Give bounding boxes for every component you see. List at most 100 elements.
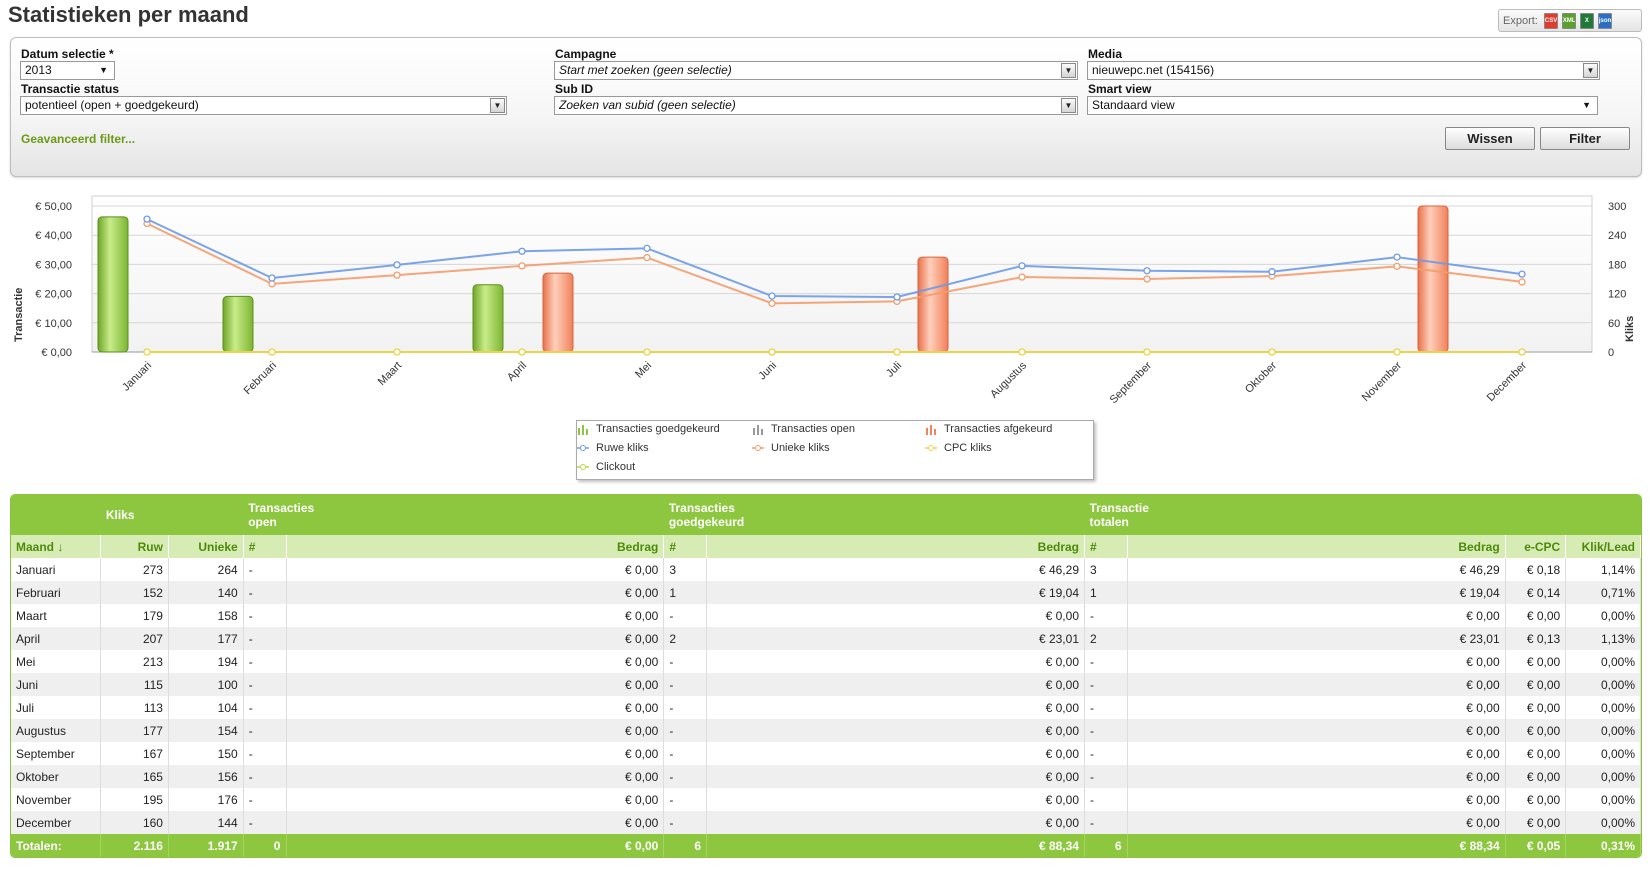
point-ruwe-kliks — [268, 274, 276, 282]
column-header-open-bedrag[interactable]: Bedrag — [286, 535, 665, 558]
cell-ecpc: € 0,00 — [1505, 650, 1567, 673]
column-header-goed-bedrag[interactable]: Bedrag — [706, 535, 1085, 558]
cell-open-bedrag: € 0,00 — [286, 627, 665, 650]
bar-transacties-afgekeurd — [1417, 205, 1449, 353]
bar-transacties-goedgekeurd — [222, 295, 254, 353]
cell-ecpc: € 0,00 — [1505, 673, 1567, 696]
x-tick-label: Mei — [633, 360, 654, 381]
cell-open-bedrag: € 0,00 — [286, 719, 665, 742]
filter-button[interactable]: Filter — [1540, 127, 1630, 150]
campagne-select[interactable]: Start met zoeken (geen selectie) ▼ — [554, 61, 1078, 80]
x-tick-label: Juni — [756, 360, 779, 383]
legend-item-ruwe-kliks[interactable]: Ruwe kliks — [577, 442, 649, 454]
cell-ruw: 177 — [100, 719, 169, 742]
smart-view-value: Standaard view — [1092, 98, 1175, 112]
legend-item-open[interactable]: Transacties open — [752, 423, 855, 435]
filter-panel: Datum selectie * 2013 ▼ Transactie statu… — [10, 37, 1642, 177]
sub-id-select[interactable]: Zoeken van subid (geen selectie) ▼ — [554, 96, 1078, 115]
cell-month: Mei — [11, 650, 102, 673]
legend-item-clickout[interactable]: Clickout — [577, 461, 635, 473]
y-tick-label: € 40,00 — [35, 230, 72, 242]
table-row: Maart 179 158- € 0,00- € 0,00- € 0,00 € 0,00 0,… — [11, 604, 1641, 627]
point-unieke-kliks — [768, 299, 776, 307]
cell-open-count: - — [243, 604, 287, 627]
excel-export-icon[interactable]: X — [1579, 12, 1594, 29]
cell-klik-lead: 1,14% — [1565, 558, 1641, 581]
legend-label: Ruwe kliks — [596, 442, 649, 454]
table-column-header-row: Maand ↓ Ruw Unieke # Bedrag # Bedrag # Bedrag e-C… — [11, 535, 1641, 558]
bar-transacties-goedgekeurd — [472, 284, 504, 353]
page-title: Statistieken per maand — [8, 2, 249, 27]
legend-item-afgekeurd[interactable]: Transacties afgekeurd — [925, 423, 1052, 435]
cell-tot-count: - — [1084, 604, 1129, 627]
cell-open-bedrag: € 0,00 — [286, 650, 665, 673]
legend-label: Unieke kliks — [771, 442, 830, 454]
column-header-unieke[interactable]: Unieke — [168, 535, 244, 558]
chevron-down-icon: ▼ — [490, 98, 505, 113]
column-header-tot-count[interactable]: # — [1084, 535, 1129, 558]
media-select[interactable]: nieuwepc.net (154156) ▼ — [1087, 61, 1600, 80]
transactie-status-select[interactable]: potentieel (open + goedgekeurd) ▼ — [20, 96, 507, 115]
legend-item-goedgekeurd[interactable]: Transacties goedgekeurd — [577, 423, 720, 435]
smart-view-select[interactable]: Standaard view ▼ — [1087, 96, 1598, 115]
cell-open-count: - — [243, 581, 287, 604]
sub-id-label: Sub ID — [555, 82, 593, 96]
clear-button[interactable]: Wissen — [1445, 127, 1535, 150]
cell-klik-lead: 1,13% — [1565, 627, 1641, 650]
legend-item-unieke-kliks[interactable]: Unieke kliks — [752, 442, 830, 454]
cell-goed-bedrag: € 19,04 — [706, 581, 1085, 604]
chevron-down-icon: ▼ — [1061, 63, 1076, 78]
bar-transacties-afgekeurd — [917, 256, 949, 353]
column-header-goed-count[interactable]: # — [663, 535, 708, 558]
bar-chart-icon — [577, 423, 589, 435]
cell-open-count: - — [243, 788, 287, 811]
cell-open-count: - — [243, 696, 287, 719]
column-header-ecpc[interactable]: e-CPC — [1505, 535, 1567, 558]
cell-open-count: - — [243, 811, 287, 834]
cell-tot-count: - — [1084, 673, 1129, 696]
transactie-status-label: Transactie status — [21, 82, 120, 96]
csv-export-icon[interactable]: CSV — [1543, 12, 1558, 29]
legend-item-cpc-kliks[interactable]: CPC kliks — [925, 442, 992, 454]
chevron-down-icon: ▼ — [1583, 63, 1598, 78]
json-export-icon[interactable]: json — [1597, 12, 1612, 29]
campagne-value: Start met zoeken (geen selectie) — [559, 63, 732, 77]
column-header-ruw[interactable]: Ruw — [100, 535, 169, 558]
cell-klik-lead: 0,00% — [1565, 673, 1641, 696]
cell-ecpc: € 0,00 — [1505, 742, 1567, 765]
column-header-klik-lead[interactable]: Klik/Lead — [1565, 535, 1641, 558]
cell-unieke: 144 — [168, 811, 244, 834]
point-ruwe-kliks — [393, 261, 401, 269]
cell-goed-count: - — [663, 696, 708, 719]
cell-goed-bedrag: € 0,00 — [706, 719, 1085, 742]
x-tick-label: September — [1108, 359, 1155, 406]
cell-ruw: 152 — [100, 581, 169, 604]
point-cpc-kliks — [1268, 348, 1276, 356]
cell-goed-count: 1 — [663, 581, 708, 604]
total-open-count: 0 — [243, 834, 287, 857]
advanced-filter-link[interactable]: Geavanceerd filter... — [21, 132, 135, 146]
sort-column-header-maand[interactable]: Maand ↓ — [11, 535, 102, 558]
group-header-goedgekeurd: Transacties goedgekeurd — [663, 495, 1085, 535]
x-tick-label: Augustus — [988, 359, 1029, 400]
legend-label: Clickout — [596, 461, 636, 473]
cell-month: Augustus — [11, 719, 102, 742]
cell-goed-count: - — [663, 673, 708, 696]
campagne-label: Campagne — [555, 47, 617, 61]
total-month: Totalen: — [11, 834, 102, 857]
cell-ecpc: € 0,00 — [1505, 811, 1567, 834]
column-header-open-count[interactable]: # — [243, 535, 287, 558]
cell-ruw: 113 — [100, 696, 169, 719]
point-ruwe-kliks — [143, 215, 151, 223]
cell-goed-bedrag: € 46,29 — [706, 558, 1085, 581]
smart-view-label: Smart view — [1088, 82, 1152, 96]
legend-label: Transacties open — [771, 423, 855, 435]
xml-export-icon[interactable]: XML — [1561, 12, 1576, 29]
table-row: April 207 177- € 0,00 2 € 23,01 2 € 23,01 € 0,13… — [11, 627, 1641, 650]
column-header-tot-bedrag[interactable]: Bedrag — [1127, 535, 1506, 558]
cell-ecpc: € 0,00 — [1505, 788, 1567, 811]
datum-selectie-select[interactable]: 2013 ▼ — [20, 61, 115, 80]
export-label: Export: — [1503, 14, 1538, 27]
cell-unieke: 158 — [168, 604, 244, 627]
cell-goed-count: - — [663, 811, 708, 834]
